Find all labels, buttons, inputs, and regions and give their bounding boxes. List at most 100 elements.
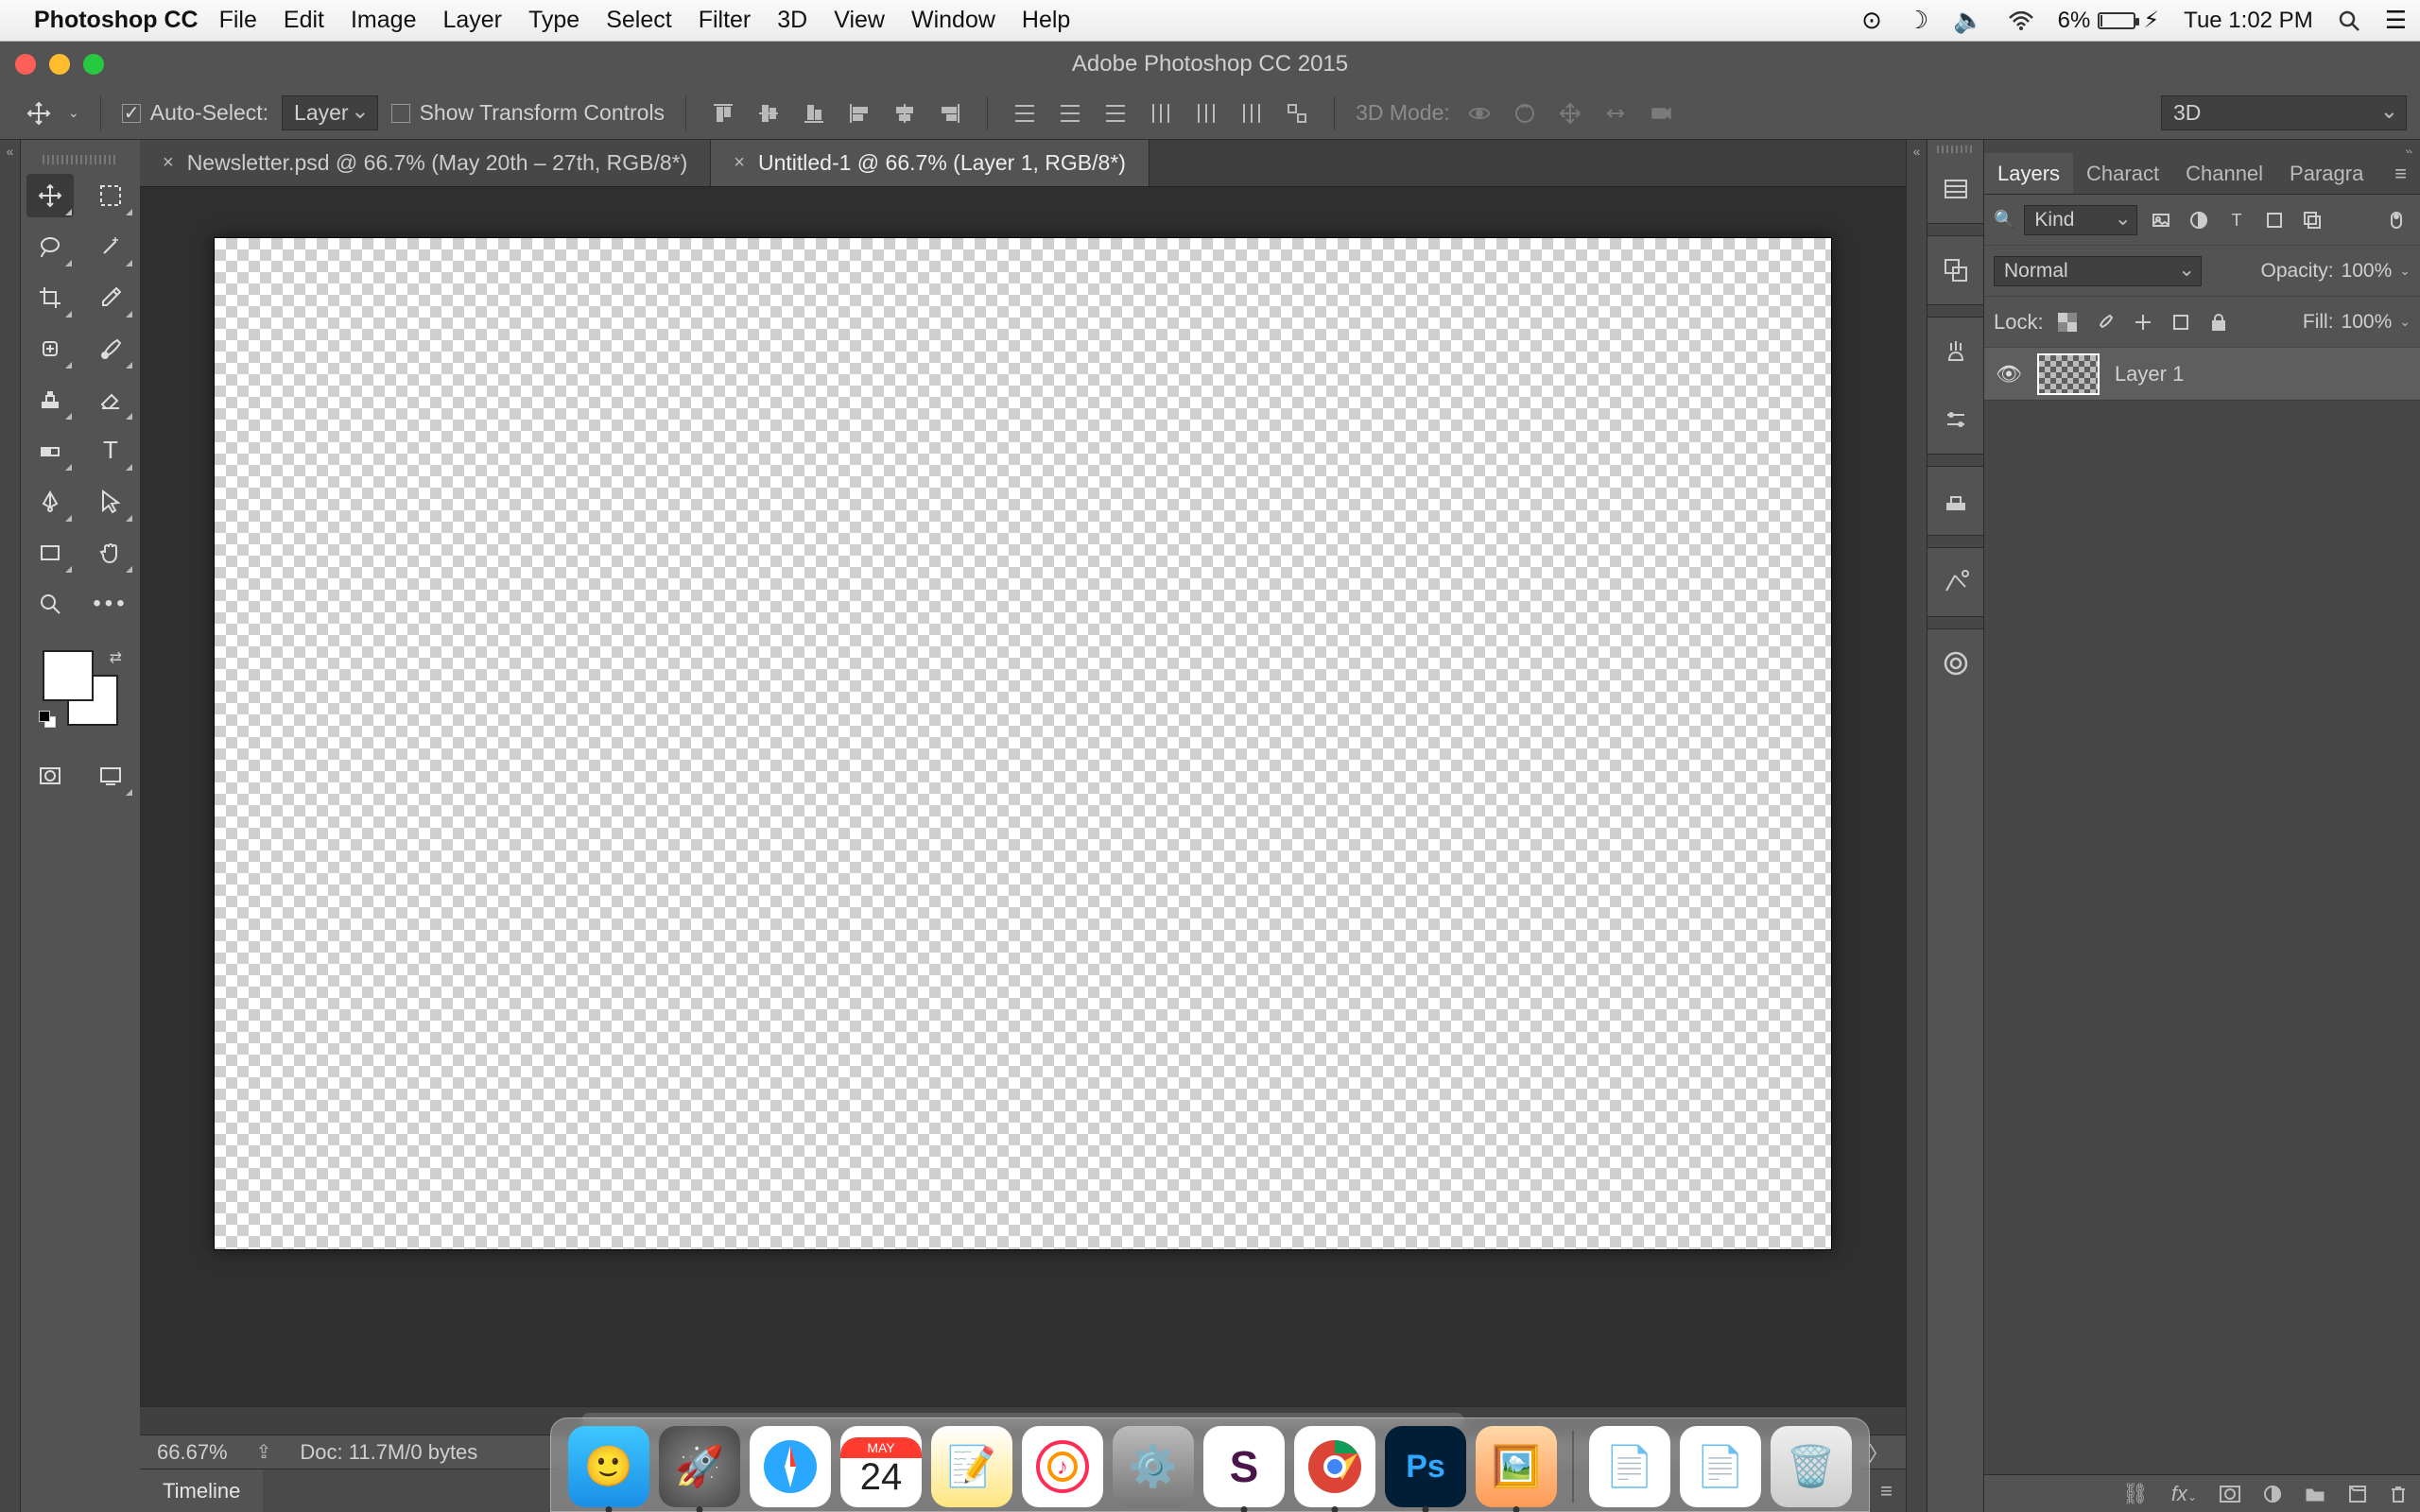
distribute-vcenter-icon[interactable] (1054, 97, 1086, 129)
canvas-viewport[interactable] (140, 187, 1906, 1406)
volume-icon[interactable]: 🔈 (1953, 6, 1983, 35)
menu-window[interactable]: Window (911, 7, 995, 34)
eraser-tool[interactable] (87, 378, 134, 421)
align-bottom-icon[interactable] (798, 97, 830, 129)
menu-3d[interactable]: 3D (777, 7, 807, 34)
battery-status[interactable]: 6% ⚡︎ (2058, 7, 2160, 34)
type-tool[interactable]: T (87, 429, 134, 472)
dock-notes[interactable]: 📝 (931, 1426, 1012, 1507)
layers-tab[interactable]: Layers (1984, 153, 2073, 194)
history-panel-icon[interactable] (1935, 168, 1977, 210)
zoom-tool[interactable] (26, 582, 74, 626)
menu-image[interactable]: Image (351, 7, 416, 34)
right-collapse-handle[interactable]: « (1906, 140, 1927, 1512)
link-layers-icon[interactable]: ⛓ (2122, 1482, 2149, 1506)
filter-adjustment-icon[interactable] (2185, 206, 2213, 234)
auto-select-target-dropdown[interactable]: Layer (282, 95, 378, 130)
zoom-readout[interactable]: 66.67% (157, 1440, 228, 1465)
dock-system-preferences[interactable]: ⚙️ (1113, 1426, 1194, 1507)
layer-thumbnail[interactable] (2037, 353, 2100, 395)
healing-brush-tool[interactable] (26, 327, 74, 370)
channels-tab[interactable]: Channel (2172, 153, 2276, 194)
app-name[interactable]: Photoshop CC (34, 7, 199, 34)
layer-style-icon[interactable]: fx⌄ (2171, 1482, 2197, 1506)
menu-file[interactable]: File (219, 7, 257, 34)
dock-recent-doc-2[interactable]: 📄 (1680, 1426, 1761, 1507)
distribute-left-icon[interactable] (1145, 97, 1177, 129)
brushes-panel-icon[interactable] (1935, 331, 1977, 372)
show-transform-checkbox[interactable]: Show Transform Controls (391, 100, 665, 126)
layers-collapse-handle[interactable]: » (1984, 140, 2420, 153)
new-layer-icon[interactable] (2348, 1485, 2367, 1503)
marquee-tool[interactable] (87, 174, 134, 217)
workspace-3d-dropdown[interactable]: 3D (2161, 95, 2407, 130)
rectangle-tool[interactable] (26, 531, 74, 575)
filter-pixel-icon[interactable] (2147, 206, 2175, 234)
magic-wand-tool[interactable] (87, 225, 134, 268)
edit-toolbar-button[interactable]: ••• (87, 582, 134, 626)
lock-image-icon[interactable] (2091, 308, 2119, 336)
group-layers-icon[interactable] (2305, 1486, 2325, 1503)
timeline-tab[interactable]: Timeline (140, 1469, 263, 1512)
quick-mask-button[interactable] (26, 754, 74, 798)
notification-center-icon[interactable]: ☰ (2385, 6, 2407, 35)
document-canvas[interactable] (215, 238, 1831, 1249)
delete-layer-icon[interactable] (2390, 1485, 2407, 1503)
adjustment-layer-icon[interactable] (2263, 1485, 2282, 1503)
character-tab[interactable]: Charact (2073, 153, 2172, 194)
gradient-tool[interactable] (26, 429, 74, 472)
move-tool[interactable] (26, 174, 74, 217)
lasso-tool[interactable] (26, 225, 74, 268)
pen-tool[interactable] (26, 480, 74, 524)
dock-recent-doc-1[interactable]: 📄 (1589, 1426, 1670, 1507)
dock-calendar[interactable]: MAY 24 (840, 1426, 922, 1507)
status-flyout-icon[interactable]: 〉 (1868, 1437, 1889, 1468)
properties-panel-icon[interactable] (1935, 561, 1977, 603)
path-selection-tool[interactable] (87, 480, 134, 524)
paragraph-tab[interactable]: Paragra (2276, 153, 2377, 194)
document-info[interactable]: Doc: 11.7M/0 bytes (300, 1440, 477, 1465)
hand-tool[interactable] (87, 531, 134, 575)
distribute-top-icon[interactable] (1009, 97, 1041, 129)
menu-type[interactable]: Type (528, 7, 579, 34)
menu-select[interactable]: Select (606, 7, 671, 34)
dock-photos[interactable]: 🖼️ (1476, 1426, 1557, 1507)
wifi-icon[interactable] (2009, 11, 2033, 30)
spotlight-icon[interactable] (2338, 9, 2360, 32)
menu-edit[interactable]: Edit (284, 7, 324, 34)
align-vcenter-icon[interactable] (752, 97, 785, 129)
lock-transparency-icon[interactable] (2053, 308, 2082, 336)
zoom-window-button[interactable] (83, 54, 104, 75)
color-swatches[interactable]: ⇄ (43, 650, 118, 726)
close-tab-icon[interactable]: × (734, 152, 745, 174)
document-tab[interactable]: ×Untitled-1 @ 66.7% (Layer 1, RGB/8*) (711, 140, 1150, 186)
layer-mask-icon[interactable] (2220, 1486, 2240, 1503)
tool-preset-chevron-icon[interactable]: ⌄ (68, 105, 79, 121)
dock-trash[interactable]: 🗑️ (1771, 1426, 1852, 1507)
libraries-panel-icon[interactable] (1935, 643, 1977, 684)
lock-all-icon[interactable] (2204, 308, 2233, 336)
filter-kind-dropdown[interactable]: Kind (2024, 205, 2137, 235)
menu-filter[interactable]: Filter (699, 7, 752, 34)
minimize-window-button[interactable] (49, 54, 70, 75)
share-icon[interactable]: ⇪ (256, 1440, 272, 1464)
align-hcenter-icon[interactable] (889, 97, 921, 129)
tools-grip[interactable] (43, 155, 118, 164)
align-right-icon[interactable] (934, 97, 966, 129)
filter-type-icon[interactable]: T (2222, 206, 2251, 234)
menubar-clock[interactable]: Tue 1:02 PM (2184, 8, 2313, 34)
default-colors-icon[interactable] (39, 711, 56, 728)
document-tab[interactable]: ×Newsletter.psd @ 66.7% (May 20th – 27th… (140, 140, 711, 186)
close-tab-icon[interactable]: × (163, 152, 174, 174)
move-tool-icon[interactable] (23, 97, 55, 129)
fill-value[interactable]: 100% (2342, 311, 2393, 334)
distribute-bottom-icon[interactable] (1099, 97, 1132, 129)
eyedropper-tool[interactable] (87, 276, 134, 319)
auto-align-icon[interactable] (1281, 97, 1313, 129)
align-top-icon[interactable] (707, 97, 739, 129)
color-panel-icon[interactable] (1935, 249, 1977, 291)
distribute-hcenter-icon[interactable] (1190, 97, 1222, 129)
clone-source-panel-icon[interactable] (1935, 480, 1977, 522)
swap-colors-icon[interactable]: ⇄ (110, 648, 122, 667)
menu-view[interactable]: View (834, 7, 885, 34)
